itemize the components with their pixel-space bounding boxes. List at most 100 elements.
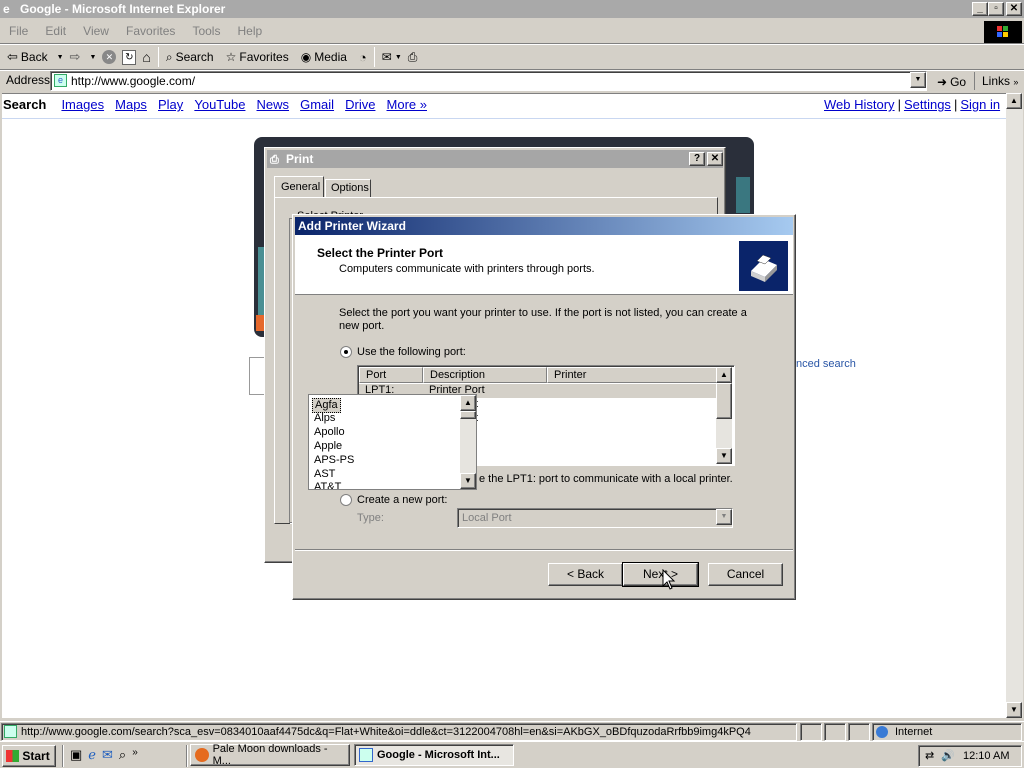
status-pane — [824, 723, 846, 741]
manufacturer-scrollbar[interactable]: ▲ ▼ — [460, 395, 476, 489]
gbar-images[interactable]: Images — [61, 97, 104, 112]
forward-arrow-icon: ⇨ — [69, 49, 81, 64]
ie-icon[interactable]: ℯ — [88, 747, 96, 765]
scroll-up-button[interactable]: ▲ — [460, 395, 476, 411]
scroll-down-button[interactable]: ▼ — [1006, 702, 1022, 718]
gbar-youtube[interactable]: YouTube — [194, 97, 245, 112]
wizard-title-bar: Add Printer Wizard — [295, 217, 793, 235]
mail-button[interactable]: ✉ ▼ — [379, 46, 405, 68]
create-port-radio[interactable] — [340, 494, 352, 506]
port-type-value: Local Port — [462, 512, 512, 524]
favorites-button[interactable]: ☆ Favorites — [223, 46, 292, 68]
menu-help[interactable]: Help — [231, 21, 270, 41]
scroll-down-button[interactable]: ▼ — [716, 448, 732, 464]
address-url: http://www.google.com/ — [71, 74, 196, 88]
printer-icon: ⎙ — [270, 154, 279, 166]
advanced-search-link[interactable]: nced search — [796, 358, 856, 370]
next-button[interactable]: Next > — [622, 562, 699, 587]
back-button[interactable]: ⇦ Back ▼ — [4, 46, 67, 68]
list-item[interactable]: Agfa — [312, 398, 341, 413]
start-button[interactable]: Start — [2, 745, 56, 767]
manufacturer-list[interactable]: Agfa Alps Apollo Apple APS-PS AST AT&T ▲… — [308, 394, 477, 490]
standard-toolbar: ⇦ Back ▼ ⇨ ▼ ✕ ↻ ⌂ ⌕ Search ☆ Favorites ◉ Medi… — [4, 45, 420, 69]
show-desktop-icon[interactable]: ▣ — [70, 747, 82, 765]
network-icon[interactable]: ⇄ — [925, 749, 934, 762]
close-button[interactable]: ✕ — [1006, 2, 1022, 16]
printer-wizard-icon — [739, 241, 788, 291]
menu-file[interactable]: File — [2, 21, 35, 41]
column-header-port[interactable]: Port — [359, 367, 423, 383]
list-item[interactable]: Apollo — [314, 426, 345, 438]
print-dialog-title: Print — [286, 152, 314, 166]
list-item[interactable]: AST — [314, 468, 335, 480]
chevron-right-icon[interactable]: » — [132, 747, 138, 765]
clock[interactable]: 12:10 AM — [963, 750, 1009, 762]
column-header-description[interactable]: Description — [423, 367, 547, 383]
gbar-search[interactable]: Search — [3, 97, 46, 112]
print-close-button[interactable]: ✕ — [707, 152, 723, 166]
vertical-scrollbar[interactable]: ▲ ▼ — [1006, 93, 1023, 718]
forward-button[interactable]: ⇨ ▼ — [67, 46, 100, 68]
scroll-down-button[interactable]: ▼ — [460, 473, 476, 489]
gbar-more[interactable]: More » — [387, 97, 427, 112]
go-button[interactable]: ➜ Go — [934, 71, 969, 93]
port-list-scrollbar[interactable]: ▲ ▼ — [716, 367, 732, 464]
wizard-title: Add Printer Wizard — [298, 219, 406, 233]
scroll-up-button[interactable]: ▲ — [716, 367, 732, 383]
volume-icon[interactable]: 🔊 — [941, 749, 955, 762]
address-field[interactable]: e http://www.google.com/ ▼ — [50, 71, 927, 91]
tab-general[interactable]: General — [274, 176, 324, 198]
status-bar: http://www.google.com/search?sca_esv=083… — [0, 721, 1024, 741]
print-button[interactable]: ⎙ — [405, 46, 421, 68]
search-icon[interactable]: ⌕ — [119, 747, 126, 765]
printer-icon: ⎙ — [407, 49, 418, 64]
outlook-icon[interactable]: ✉ — [102, 747, 113, 765]
globe-icon — [876, 726, 888, 738]
home-button[interactable]: ⌂ — [139, 46, 153, 68]
address-dropdown-button[interactable]: ▼ — [910, 72, 926, 88]
ie-icon: e — [3, 2, 10, 16]
taskbar-item-ie[interactable]: Google - Microsoft Int... — [354, 744, 514, 766]
scroll-thumb[interactable] — [716, 383, 732, 419]
create-port-label: Create a new port: — [357, 494, 448, 506]
links-button[interactable]: Links » — [982, 74, 1018, 88]
menu-view[interactable]: View — [76, 21, 116, 41]
pale-moon-icon — [195, 748, 209, 762]
scroll-up-button[interactable]: ▲ — [1006, 93, 1022, 109]
maximize-button[interactable]: ▫ — [988, 2, 1004, 16]
gbar-news[interactable]: News — [257, 97, 290, 112]
gbar-maps[interactable]: Maps — [115, 97, 147, 112]
ie-icon — [359, 748, 373, 762]
stop-button[interactable]: ✕ — [99, 46, 119, 68]
use-port-radio[interactable] — [340, 346, 352, 358]
gbar-web-history[interactable]: Web History — [824, 97, 895, 112]
tab-options[interactable]: Options — [325, 179, 371, 198]
list-item[interactable]: AT&T — [314, 481, 341, 489]
wizard-subheading: Computers communicate with printers thro… — [339, 263, 595, 275]
column-header-printer[interactable]: Printer — [547, 367, 719, 383]
cancel-button[interactable]: Cancel — [708, 563, 783, 586]
menu-favorites[interactable]: Favorites — [119, 21, 182, 41]
use-port-label: Use the following port: — [357, 346, 466, 358]
refresh-button[interactable]: ↻ — [119, 46, 139, 68]
minimize-button[interactable]: _ — [972, 2, 988, 16]
scroll-thumb[interactable] — [460, 411, 476, 419]
gbar-gmail[interactable]: Gmail — [300, 97, 334, 112]
list-item[interactable]: Apple — [314, 440, 342, 452]
menu-bar: File Edit View Favorites Tools Help — [2, 21, 982, 41]
menu-edit[interactable]: Edit — [38, 21, 73, 41]
search-button[interactable]: ⌕ Search — [163, 46, 217, 68]
help-button[interactable]: ? — [689, 152, 705, 166]
gbar-settings[interactable]: Settings — [904, 97, 951, 112]
gbar-play[interactable]: Play — [158, 97, 183, 112]
taskbar-item-pale-moon[interactable]: Pale Moon downloads - M... — [190, 743, 350, 767]
list-item[interactable]: APS-PS — [314, 454, 354, 466]
history-button[interactable]: ◔ — [356, 46, 370, 68]
gbar-drive[interactable]: Drive — [345, 97, 375, 112]
stop-icon: ✕ — [102, 50, 117, 64]
back-button[interactable]: < Back — [548, 563, 623, 586]
menu-tools[interactable]: Tools — [185, 21, 227, 41]
list-item[interactable]: Alps — [314, 412, 335, 424]
gbar-sign-in[interactable]: Sign in — [960, 97, 1000, 112]
media-button[interactable]: ◉ Media — [298, 46, 350, 68]
